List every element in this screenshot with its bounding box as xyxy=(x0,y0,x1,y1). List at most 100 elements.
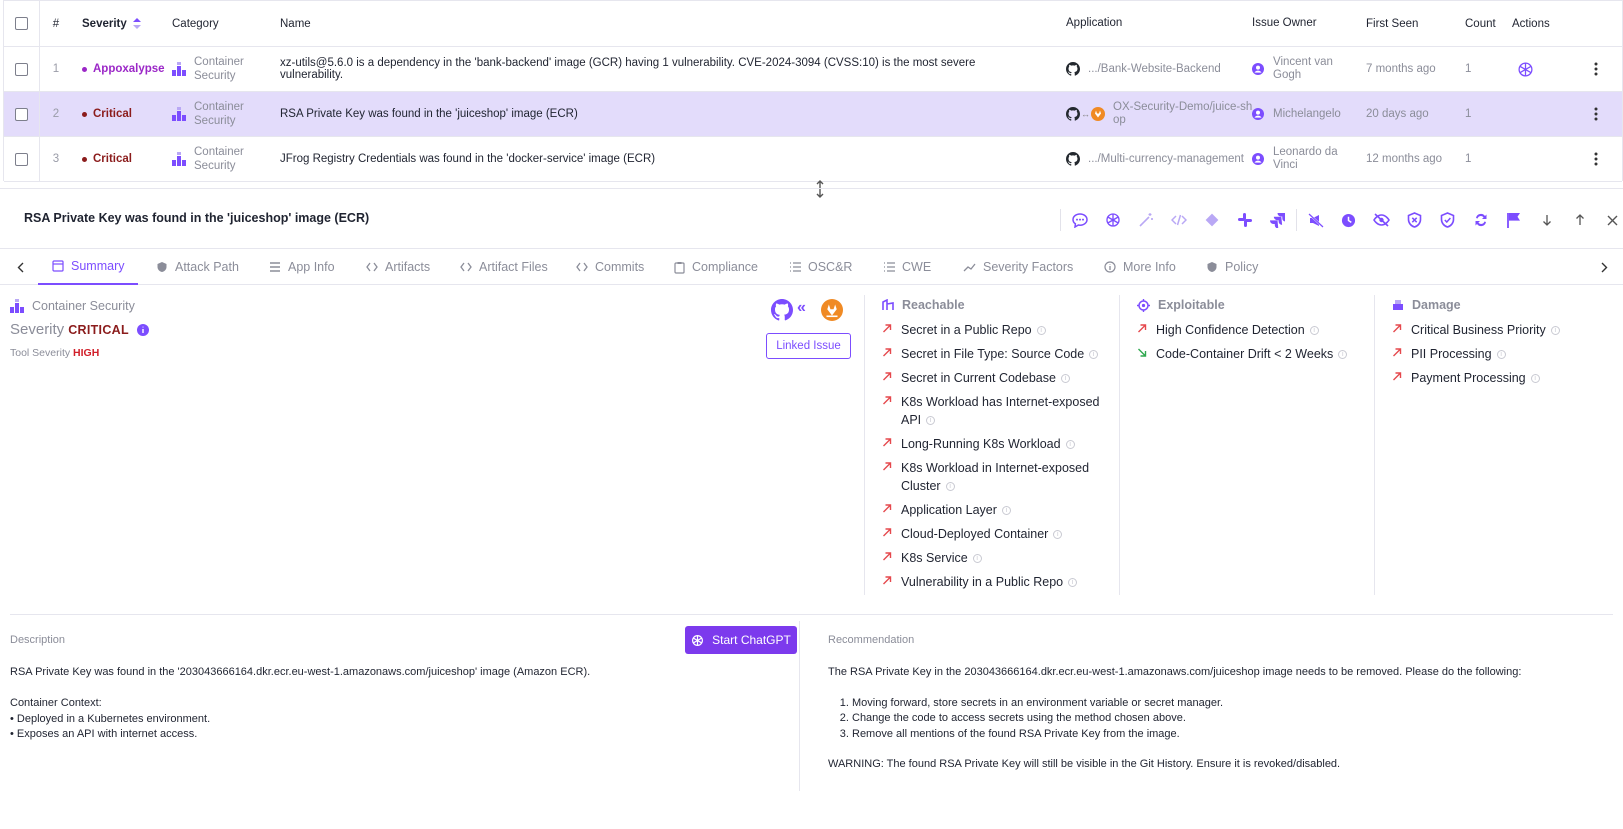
info-icon[interactable]: i xyxy=(1068,578,1078,588)
tab-compliance[interactable]: Compliance xyxy=(674,249,758,285)
comment-button[interactable] xyxy=(1063,208,1096,232)
sort-icon[interactable] xyxy=(132,18,141,29)
flag-icon[interactable] xyxy=(1506,212,1521,228)
shield-check-icon[interactable] xyxy=(1440,212,1455,228)
tab-policy[interactable]: Policy xyxy=(1206,249,1258,285)
tab-cwe[interactable]: CWE xyxy=(883,249,931,285)
row-application[interactable]: .../Multi-currency-management xyxy=(1066,137,1256,181)
row-name[interactable]: JFrog Registry Credentials was found in … xyxy=(280,137,1040,181)
close-icon[interactable] xyxy=(1607,215,1618,226)
table-row[interactable]: 1 Appoxalypse Container Security xz-utils… xyxy=(4,47,1622,92)
previous-issue-button[interactable] xyxy=(1563,208,1596,232)
magic-wand-icon[interactable] xyxy=(1138,212,1154,228)
info-icon[interactable]: i xyxy=(1338,350,1348,360)
info-icon[interactable]: i xyxy=(1530,374,1540,384)
clock-icon[interactable] xyxy=(1341,213,1356,228)
info-icon[interactable]: i xyxy=(1053,530,1063,540)
header-name[interactable]: Name xyxy=(280,1,1040,46)
tabs-scroll-right[interactable] xyxy=(1592,249,1616,285)
chatgpt-icon[interactable] xyxy=(1105,212,1121,228)
chatgpt-icon[interactable] xyxy=(1517,61,1534,78)
row-checkbox-cell[interactable] xyxy=(4,47,40,91)
info-icon[interactable]: i xyxy=(926,416,936,426)
header-count[interactable]: Count xyxy=(1465,1,1505,46)
row-actions[interactable] xyxy=(1512,47,1572,91)
row-checkbox[interactable] xyxy=(15,107,28,121)
shield-x-icon[interactable] xyxy=(1407,212,1422,228)
jira-button[interactable] xyxy=(1261,208,1294,232)
header-application[interactable]: Application xyxy=(1066,1,1256,46)
row-kebab-menu[interactable] xyxy=(1586,47,1606,91)
row-kebab-menu[interactable] xyxy=(1586,92,1606,136)
row-name[interactable]: xz-utils@5.6.0 is a dependency in the 'b… xyxy=(280,47,1040,91)
info-icon[interactable] xyxy=(136,323,149,336)
close-panel-button[interactable] xyxy=(1596,208,1623,232)
kebab-icon[interactable] xyxy=(1594,152,1598,166)
slack-button[interactable] xyxy=(1228,208,1261,232)
tab-artifacts[interactable]: Artifacts xyxy=(366,249,430,285)
row-application[interactable]: ↔ OX-Security-Demo/juice-sh op xyxy=(1066,92,1256,136)
gitlab-icon[interactable] xyxy=(821,299,843,321)
kebab-icon[interactable] xyxy=(1594,62,1598,76)
row-owner[interactable]: Leonardo da Vinci xyxy=(1252,137,1362,181)
flag-button[interactable] xyxy=(1497,208,1530,232)
info-icon[interactable]: i xyxy=(1496,350,1506,360)
chevron-left-icon[interactable] xyxy=(17,262,24,273)
table-row-selected[interactable]: 2 Critical Container Security RSA Private… xyxy=(4,92,1622,137)
info-icon[interactable]: i xyxy=(1001,506,1011,516)
hide-button[interactable] xyxy=(1365,208,1398,232)
kebab-icon[interactable] xyxy=(1594,107,1598,121)
info-icon[interactable]: i xyxy=(1089,350,1099,360)
sync-button[interactable] xyxy=(1464,208,1497,232)
sync-icon[interactable] xyxy=(1473,212,1489,228)
select-all-checkbox[interactable] xyxy=(15,17,28,30)
header-severity[interactable]: Severity xyxy=(82,1,167,46)
chatgpt-button[interactable] xyxy=(1096,208,1129,232)
github-icon[interactable] xyxy=(771,299,793,321)
row-owner[interactable]: Michelangelo xyxy=(1252,92,1362,136)
tab-oscr[interactable]: OSC&R xyxy=(789,249,852,285)
info-icon[interactable]: i xyxy=(1309,326,1319,336)
tabs-scroll-left[interactable] xyxy=(8,249,32,285)
git-icon[interactable] xyxy=(1205,213,1219,227)
row-application[interactable]: .../Bank-Website-Backend xyxy=(1066,47,1256,91)
magic-wand-button[interactable] xyxy=(1129,208,1162,232)
git-button[interactable] xyxy=(1195,208,1228,232)
comment-icon[interactable] xyxy=(1071,212,1088,228)
tab-app-info[interactable]: App Info xyxy=(269,249,335,285)
select-all-checkbox-cell[interactable] xyxy=(4,1,40,46)
code-icon[interactable] xyxy=(1170,214,1187,226)
eye-off-icon[interactable] xyxy=(1373,213,1390,227)
megaphone-off-icon[interactable] xyxy=(1307,212,1324,228)
row-actions[interactable] xyxy=(1512,137,1572,181)
info-icon[interactable]: i xyxy=(972,554,982,564)
code-button[interactable] xyxy=(1162,208,1195,232)
table-row[interactable]: 3 Critical Container Security JFrog Regis… xyxy=(4,137,1622,182)
header-owner[interactable]: Issue Owner xyxy=(1252,1,1362,46)
info-icon[interactable]: i xyxy=(945,482,955,492)
arrow-up-icon[interactable] xyxy=(1575,214,1585,226)
exclude-button[interactable] xyxy=(1398,208,1431,232)
policy-button[interactable] xyxy=(1431,208,1464,232)
next-issue-button[interactable] xyxy=(1530,208,1563,232)
info-icon[interactable]: i xyxy=(1065,440,1075,450)
jira-icon[interactable] xyxy=(1269,212,1286,228)
arrow-down-icon[interactable] xyxy=(1542,214,1552,226)
row-kebab-menu[interactable] xyxy=(1586,137,1606,181)
tab-attack-path[interactable]: Attack Path xyxy=(156,249,239,285)
row-checkbox[interactable] xyxy=(15,62,28,76)
header-category[interactable]: Category xyxy=(172,1,272,46)
info-icon[interactable]: i xyxy=(1060,374,1070,384)
slack-icon[interactable] xyxy=(1237,212,1253,228)
tab-severity-factors[interactable]: Severity Factors xyxy=(963,249,1073,285)
header-first-seen[interactable]: First Seen xyxy=(1366,1,1456,46)
tab-artifact-files[interactable]: Artifact Files xyxy=(460,249,548,285)
info-icon[interactable]: i xyxy=(1036,326,1046,336)
mute-announcement-button[interactable] xyxy=(1299,208,1332,232)
row-owner[interactable]: Vincent van Gogh xyxy=(1252,47,1362,91)
tab-summary[interactable]: Summary xyxy=(38,249,139,285)
row-actions[interactable] xyxy=(1512,92,1572,136)
row-name[interactable]: RSA Private Key was found in the 'juices… xyxy=(280,92,1040,136)
linked-issue-button[interactable]: Linked Issue xyxy=(766,333,851,359)
tab-commits[interactable]: Commits xyxy=(576,249,644,285)
